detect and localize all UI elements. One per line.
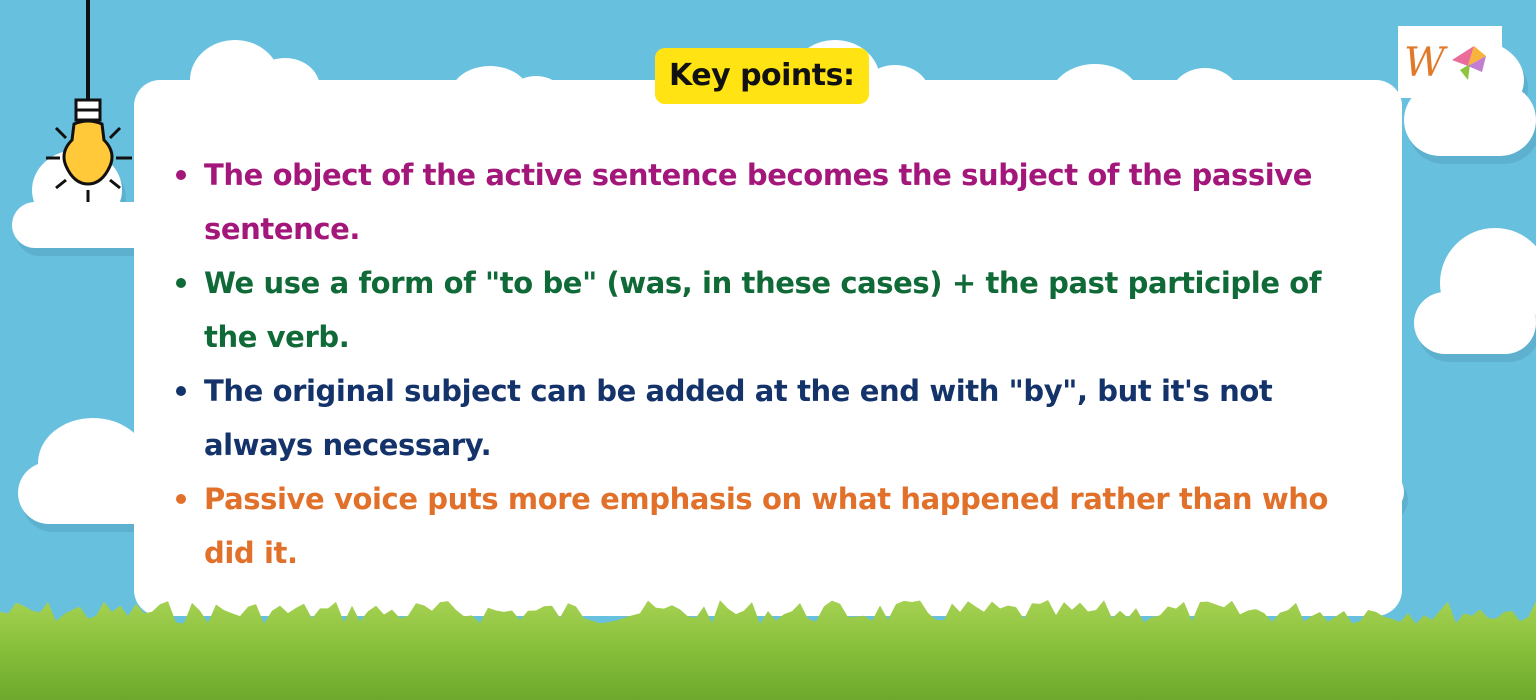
background-scene: W Key points: The object of the active s…	[0, 0, 1536, 700]
bullet-dot	[176, 278, 186, 288]
bullet-dot	[176, 386, 186, 396]
svg-text:W: W	[1404, 40, 1448, 86]
bullet-dot	[176, 170, 186, 180]
list-item: The original subject can be added at the…	[172, 364, 1377, 472]
list-item: Passive voice puts more emphasis on what…	[172, 472, 1377, 580]
point-text: The original subject can be added at the…	[204, 374, 1273, 462]
list-item: The object of the active sentence become…	[172, 148, 1377, 256]
point-text: We use a form of "to be" (was, in these …	[204, 266, 1322, 354]
point-text: The object of the active sentence become…	[204, 158, 1313, 246]
logo-icon: W	[1404, 40, 1486, 86]
grass-strip	[0, 600, 1536, 700]
point-text: Passive voice puts more emphasis on what…	[204, 482, 1328, 570]
list-item: We use a form of "to be" (was, in these …	[172, 256, 1377, 364]
light-bulb-icon	[46, 0, 132, 202]
key-points-title: Key points:	[655, 48, 869, 104]
logo: W	[1398, 26, 1502, 98]
key-points-list: The object of the active sentence become…	[172, 148, 1377, 580]
bullet-dot	[176, 494, 186, 504]
